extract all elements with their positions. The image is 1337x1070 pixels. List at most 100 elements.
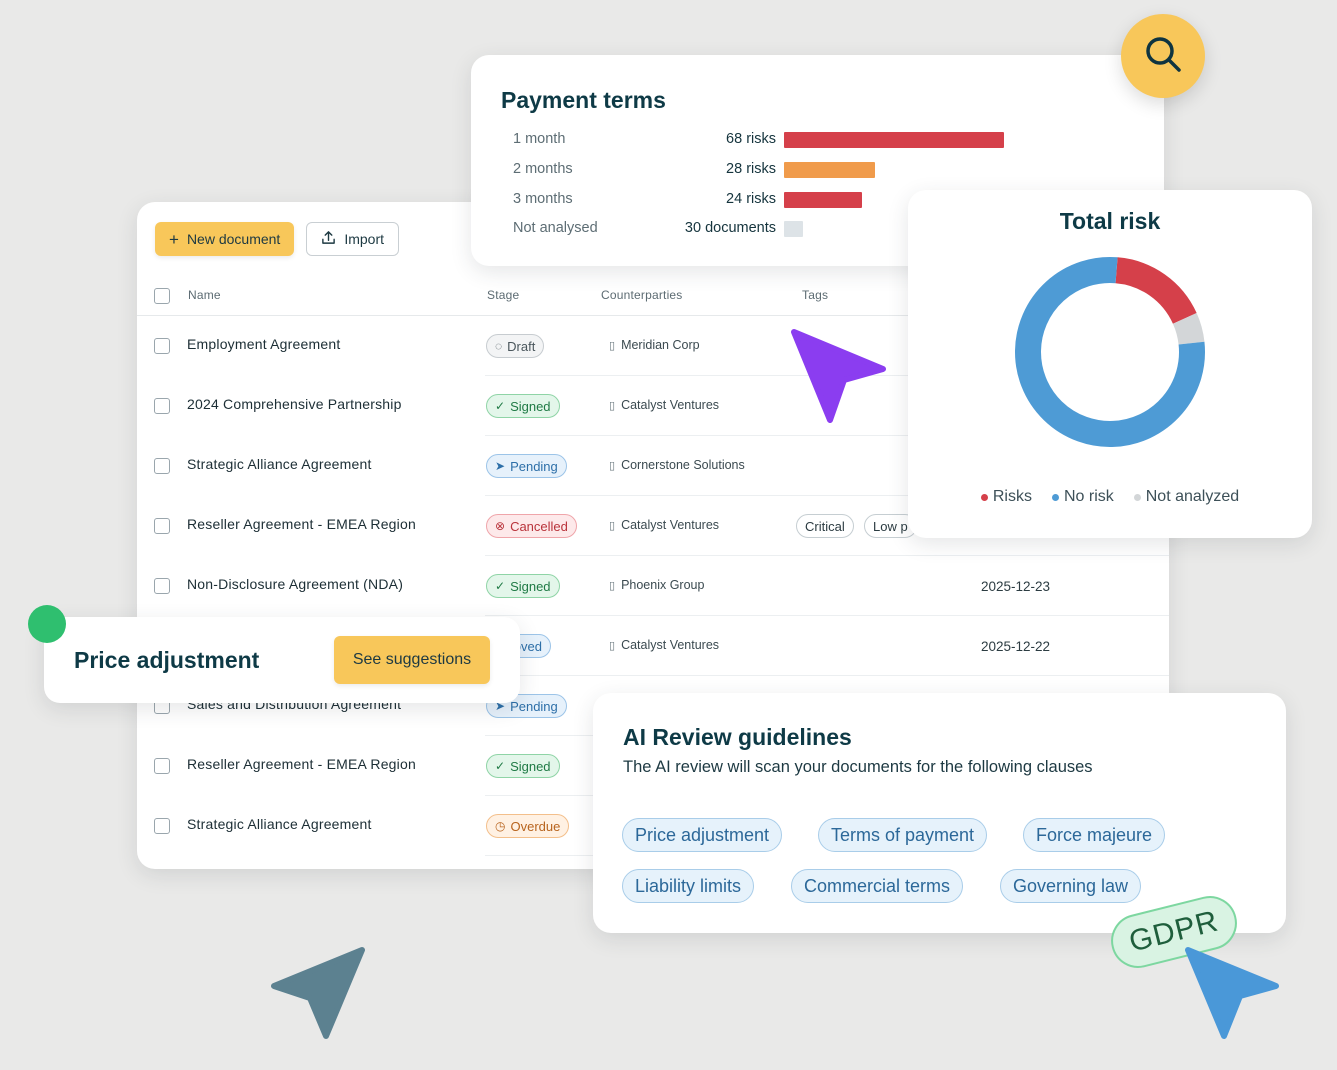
counterparty-label: Phoenix Group: [621, 578, 705, 592]
status-indicator-dot: [28, 605, 66, 643]
stage-label: Pending: [510, 698, 558, 714]
payment-term-label: 1 month: [513, 131, 566, 147]
legend-label: Risks: [992, 488, 1032, 505]
stage-label: Cancelled: [510, 518, 568, 534]
column-header-stage[interactable]: Stage: [487, 288, 519, 302]
cursor-arrow-icon: [271, 947, 365, 1039]
clock-icon: ◷: [495, 819, 506, 833]
document-name[interactable]: Strategic Alliance Agreement: [187, 456, 372, 472]
legend-dot: [1133, 493, 1141, 501]
clause-chip-price-adjustment[interactable]: Price adjustment: [622, 818, 783, 852]
legend-label: No risk: [1063, 488, 1114, 505]
document-name[interactable]: Reseller Agreement - EMEA Region: [187, 516, 416, 532]
payment-term-row: 1 month 68 risks: [471, 129, 1164, 151]
row-checkbox[interactable]: [154, 398, 170, 414]
counterparty-label: Catalyst Ventures: [621, 398, 720, 412]
document-name[interactable]: Reseller Agreement - EMEA Region: [187, 756, 416, 772]
row-checkbox[interactable]: [154, 518, 170, 534]
stage-badge: ◷ Overdue: [486, 814, 570, 838]
stage-label: Overdue: [510, 818, 561, 834]
row-checkbox[interactable]: [154, 818, 170, 834]
search-icon: [1142, 33, 1184, 80]
x-circle-icon: ⊗: [495, 519, 506, 533]
check-circle-icon: ✓: [495, 759, 506, 773]
stage-label: Signed: [510, 398, 551, 414]
stage-badge: ◌ Draft: [486, 334, 545, 358]
building-icon: ▯: [609, 579, 616, 592]
cursor-arrow-icon: [791, 329, 886, 423]
ai-review-subtitle: The AI review will scan your documents f…: [623, 758, 1093, 776]
legend-label: Not analyzed: [1145, 488, 1240, 505]
clause-chip-liability-limits[interactable]: Liability limits: [622, 869, 755, 903]
clause-chip-terms-of-payment[interactable]: Terms of payment: [818, 818, 988, 852]
import-button[interactable]: Import: [306, 222, 400, 256]
payment-term-value: 28 risks: [726, 161, 776, 177]
price-adjustment-title: Price adjustment: [74, 647, 260, 673]
donut-slice-not-analyzed: [1172, 313, 1205, 346]
counterparty-label: Catalyst Ventures: [621, 518, 720, 532]
check-circle-icon: ✓: [495, 399, 506, 413]
document-name[interactable]: Strategic Alliance Agreement: [187, 816, 372, 832]
risk-donut-chart: [1015, 257, 1205, 447]
dashed-circle-icon: ◌: [495, 339, 503, 353]
counterparty: ▯ Catalyst Ventures: [609, 638, 719, 652]
payment-term-label: 2 months: [513, 161, 573, 177]
clause-chip-governing-law[interactable]: Governing law: [1000, 869, 1142, 903]
table-row[interactable]: Non-Disclosure Agreement (NDA) ✓ Signed …: [137, 556, 1169, 616]
payment-term-label: 3 months: [513, 191, 573, 207]
document-name[interactable]: 2024 Comprehensive Partnership: [187, 396, 402, 412]
column-header-tags[interactable]: Tags: [802, 288, 828, 302]
building-icon: ▯: [609, 639, 616, 652]
risk-legend: Risks No risk Not analyzed: [908, 488, 1312, 506]
clause-chip-force-majeure[interactable]: Force majeure: [1023, 818, 1166, 852]
stage-badge: ⊗ Cancelled: [486, 514, 577, 538]
stage-label: Signed: [510, 578, 551, 594]
counterparty-label: Meridian Corp: [621, 338, 700, 352]
new-document-label: New document: [186, 231, 281, 247]
date-cell: 2025-12-22: [981, 639, 1051, 654]
counterparty-label: Cornerstone Solutions: [621, 458, 745, 472]
legend-dot: [980, 493, 988, 501]
payment-term-value: 24 risks: [726, 191, 776, 207]
stage-badge: ✓ Signed: [486, 574, 560, 598]
upload-icon: [321, 230, 336, 248]
stage-badge: ✓ Signed: [486, 754, 560, 778]
tag-chip[interactable]: Critical: [796, 514, 854, 538]
payment-term-value: 30 documents: [684, 220, 776, 236]
total-risk-title: Total risk: [1059, 208, 1161, 234]
legend-item-no-risk: No risk: [1051, 488, 1114, 506]
building-icon: ▯: [609, 399, 616, 412]
payment-term-bar: [784, 221, 803, 237]
document-name[interactable]: Employment Agreement: [187, 336, 340, 352]
plus-icon: +: [169, 229, 179, 249]
counterparty: ▯ Catalyst Ventures: [609, 398, 719, 412]
payment-term-bar: [784, 192, 862, 208]
see-suggestions-button[interactable]: See suggestions: [334, 636, 490, 684]
stage-label: Draft: [507, 338, 536, 354]
clause-chip-commercial-terms[interactable]: Commercial terms: [791, 869, 964, 903]
row-checkbox[interactable]: [154, 758, 170, 774]
search-button[interactable]: [1121, 14, 1205, 98]
document-name[interactable]: Non-Disclosure Agreement (NDA): [187, 576, 403, 592]
legend-item-risks: Risks: [980, 488, 1032, 506]
send-icon: ➤: [495, 459, 506, 473]
total-risk-card: Total risk Risks No risk Not analyzed: [908, 190, 1312, 538]
counterparty: ▯ Meridian Corp: [609, 338, 700, 352]
column-header-name[interactable]: Name: [188, 288, 221, 302]
new-document-button[interactable]: + New document: [155, 222, 295, 256]
import-label: Import: [344, 231, 385, 247]
counterparty: ▯ Catalyst Ventures: [609, 518, 719, 532]
counterparty: ▯ Phoenix Group: [609, 578, 704, 592]
row-checkbox[interactable]: [154, 338, 170, 354]
stage-label: Pending: [510, 458, 558, 474]
counterparty: ▯ Cornerstone Solutions: [609, 458, 745, 472]
date-cell: 2025-12-23: [981, 579, 1051, 594]
row-checkbox[interactable]: [154, 578, 170, 594]
legend-item-not-analyzed: Not analyzed: [1133, 488, 1240, 506]
column-header-counterparties[interactable]: Counterparties: [601, 288, 683, 302]
building-icon: ▯: [609, 519, 616, 532]
select-all-checkbox[interactable]: [154, 288, 170, 304]
payment-term-value: 68 risks: [726, 131, 776, 147]
row-checkbox[interactable]: [154, 458, 170, 474]
check-circle-icon: ✓: [495, 579, 506, 593]
